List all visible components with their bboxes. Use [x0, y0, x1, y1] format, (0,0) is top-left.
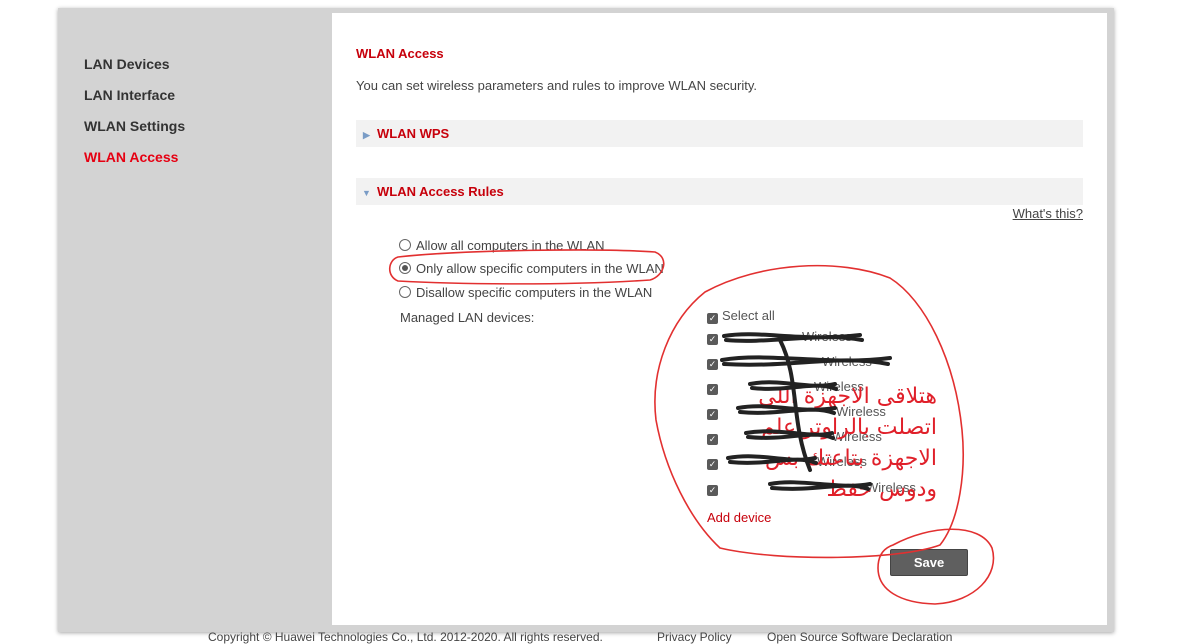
annotation-line: الاجهزة بتاعتك بس	[765, 446, 937, 471]
annotation-line: هتلاقى الاجهزة اللى	[758, 384, 937, 409]
sidebar-item-lan-interface[interactable]: LAN Interface	[84, 86, 314, 117]
radio-button-selected[interactable]	[399, 262, 411, 274]
rule-option-label: Only allow specific computers in the WLA…	[416, 261, 664, 276]
annotation-line: ودوس حفظ	[826, 477, 937, 502]
rule-option-allow-all[interactable]: Allow all computers in the WLAN	[399, 237, 605, 255]
section-wlan-wps-label: WLAN WPS	[377, 126, 450, 141]
checkbox-checked-icon[interactable]: ✓	[707, 334, 718, 345]
add-device-link[interactable]: Add device	[707, 510, 771, 525]
content-panel: WLAN Access You can set wireless paramet…	[332, 13, 1107, 625]
rule-option-disallow[interactable]: Disallow specific computers in the WLAN	[399, 284, 652, 302]
sidebar-item-wlan-settings[interactable]: WLAN Settings	[84, 117, 314, 148]
whats-this-link[interactable]: What's this?	[1013, 206, 1083, 221]
rule-option-label: Disallow specific computers in the WLAN	[416, 285, 653, 300]
select-all-checkbox[interactable]: ✓ Select all	[707, 307, 775, 325]
caret-right-icon: ▶	[363, 130, 370, 140]
page-description: You can set wireless parameters and rule…	[356, 78, 758, 93]
device-row[interactable]: ✓ Wireless	[707, 328, 852, 346]
managed-devices-label: Managed LAN devices:	[400, 310, 535, 325]
save-button[interactable]: Save	[890, 549, 968, 576]
caret-down-icon: ▼	[362, 188, 371, 198]
page-title: WLAN Access	[356, 46, 444, 61]
checkbox-checked-icon[interactable]: ✓	[707, 359, 718, 370]
section-wlan-access-rules[interactable]: ▼ WLAN Access Rules	[356, 178, 1083, 205]
rule-option-only-allow[interactable]: Only allow specific computers in the WLA…	[399, 260, 664, 278]
checkbox-checked-icon[interactable]: ✓	[707, 313, 718, 324]
section-wlan-wps[interactable]: ▶ WLAN WPS	[356, 120, 1083, 147]
annotation-line: اتصلت بالراوتر علم	[761, 415, 937, 440]
rule-option-label: Allow all computers in the WLAN	[416, 238, 605, 253]
device-row[interactable]: ✓ Wireless	[707, 353, 872, 371]
radio-button[interactable]	[399, 286, 411, 298]
sidebar-item-lan-devices[interactable]: LAN Devices	[84, 55, 314, 86]
radio-button[interactable]	[399, 239, 411, 251]
section-wlan-access-rules-label: WLAN Access Rules	[377, 184, 504, 199]
device-name: Wireless	[802, 329, 852, 344]
handwritten-annotation: هتلاقى الاجهزة اللى اتصلت بالراوتر علم ا…	[717, 381, 937, 505]
sidebar-item-wlan-access[interactable]: WLAN Access	[84, 148, 314, 179]
device-name: Wireless	[822, 354, 872, 369]
sidebar-nav: LAN Devices LAN Interface WLAN Settings …	[84, 55, 314, 179]
select-all-label: Select all	[722, 308, 775, 323]
